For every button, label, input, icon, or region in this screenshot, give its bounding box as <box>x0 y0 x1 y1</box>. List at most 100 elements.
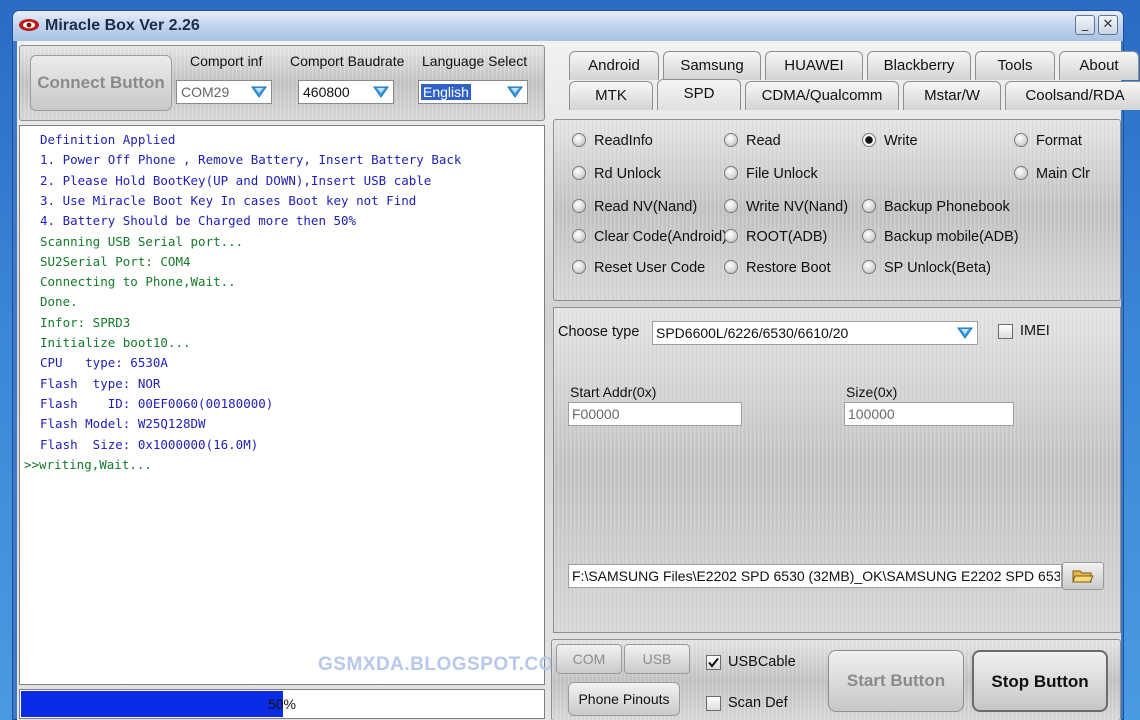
radio-indicator <box>862 133 876 147</box>
radio-indicator <box>862 260 876 274</box>
write-options-area: Choose type SPD6600L/6226/6530/6610/20 I… <box>553 307 1121 633</box>
radio-label: Rd Unlock <box>594 166 661 182</box>
radio-sp-unlock-beta[interactable]: SP Unlock(Beta) <box>862 260 991 276</box>
action-bar: COM Scan USB Scan USBCable Phone Pinouts… <box>551 639 1121 720</box>
radio-indicator <box>724 133 738 147</box>
radio-restore-boot[interactable]: Restore Boot <box>724 260 831 276</box>
log-line: Definition Applied <box>40 132 176 147</box>
tab-mtk[interactable]: MTK <box>569 81 653 110</box>
radio-indicator <box>572 133 586 147</box>
start-addr-input[interactable]: F00000 <box>568 402 742 426</box>
radio-label: Clear Code(Android) <box>594 229 727 245</box>
radio-label: Main Clr <box>1036 166 1090 182</box>
radio-indicator <box>572 166 586 180</box>
radio-indicator <box>862 229 876 243</box>
radio-label: SP Unlock(Beta) <box>884 260 991 276</box>
log-line: SU2Serial Port: COM4 <box>40 253 191 269</box>
scan-def-checkbox[interactable] <box>706 696 721 711</box>
radio-file-unlock[interactable]: File Unlock <box>724 166 818 182</box>
log-line: CPU type: 6530A <box>40 355 168 371</box>
language-value: English <box>421 84 471 100</box>
comport-value: COM29 <box>181 84 230 100</box>
progress-bar: 50% <box>19 689 545 719</box>
imei-checkbox[interactable] <box>998 324 1013 339</box>
operation-options: ReadInfo Read Write Format Rd Unlock File Unl… <box>553 119 1121 301</box>
tab-android[interactable]: Android <box>569 51 659 80</box>
radio-clear-code-android[interactable]: Clear Code(Android) <box>572 229 727 245</box>
connect-button[interactable]: Connect Button <box>30 55 172 111</box>
title-bar[interactable]: Miracle Box Ver 2.26 _ ✕ <box>13 11 1123 41</box>
comport-select[interactable]: COM29 <box>176 80 272 104</box>
log-line: Initialize boot10... <box>40 335 191 350</box>
tab-coolsand-rda[interactable]: Coolsand/RDA <box>1005 81 1140 110</box>
radio-write[interactable]: Write <box>862 133 918 149</box>
start-addr-label: Start Addr(0x) <box>570 384 657 400</box>
close-button[interactable]: ✕ <box>1098 15 1118 35</box>
radio-label: Write NV(Nand) <box>746 199 849 215</box>
radio-backup-mobile-adb[interactable]: Backup mobile(ADB) <box>862 229 1019 245</box>
size-value: 100000 <box>848 406 895 422</box>
comport-label: Comport inf <box>190 53 263 69</box>
tab-about[interactable]: About <box>1059 51 1139 80</box>
chip-type-select[interactable]: SPD6600L/6226/6530/6610/20 <box>652 321 978 345</box>
progress-label: 50% <box>267 696 297 712</box>
radio-write-nv-nand[interactable]: Write NV(Nand) <box>724 199 848 215</box>
radio-format[interactable]: Format <box>1014 133 1082 149</box>
start-button[interactable]: Start Button <box>828 650 964 712</box>
tab-blackberry[interactable]: Blackberry <box>867 51 971 80</box>
tab-samsung[interactable]: Samsung <box>663 51 761 80</box>
radio-root-adb[interactable]: ROOT(ADB) <box>724 229 827 245</box>
usb-cable-label: USBCable <box>728 654 796 670</box>
log-line: Flash ID: 00EF0060(00180000) <box>40 395 274 411</box>
choose-type-label: Choose type <box>558 324 640 340</box>
arrow-down-icon <box>371 83 391 101</box>
radio-rd-unlock[interactable]: Rd Unlock <box>572 166 661 182</box>
radio-label: ROOT(ADB) <box>746 229 828 245</box>
stop-button[interactable]: Stop Button <box>972 650 1108 712</box>
radio-backup-phonebook[interactable]: Backup Phonebook <box>862 199 1010 215</box>
watermark-text: GSMXDA.BLOGSPOT.COM <box>318 654 571 675</box>
radio-main-clr[interactable]: Main Clr <box>1014 166 1090 182</box>
tab-spd[interactable]: SPD <box>657 79 741 110</box>
radio-indicator <box>724 199 738 213</box>
tab-mstar-w[interactable]: Mstar/W <box>903 81 1001 110</box>
log-line: 3. Use Miracle Boot Key In cases Boot ke… <box>40 192 417 208</box>
file-path-input[interactable]: F:\SAMSUNG Files\E2202 SPD 6530 (32MB)_O… <box>568 564 1062 588</box>
tab-tools[interactable]: Tools <box>975 51 1055 80</box>
tab-huawei[interactable]: HUAWEI <box>765 51 863 80</box>
radio-indicator <box>724 166 738 180</box>
radio-read-nv-nand[interactable]: Read NV(Nand) <box>572 199 697 215</box>
size-input[interactable]: 100000 <box>844 402 1014 426</box>
language-select[interactable]: English <box>418 80 528 104</box>
language-label: Language Select <box>422 53 528 69</box>
radio-read[interactable]: Read <box>724 133 781 149</box>
radio-indicator <box>1014 166 1028 180</box>
com-scan-button[interactable]: COM Scan <box>556 644 622 695</box>
start-addr-value: F00000 <box>572 406 620 422</box>
radio-label: Reset User Code <box>594 260 706 276</box>
log-line: Scanning USB Serial port... <box>40 233 244 249</box>
usb-cable-checkbox[interactable] <box>706 655 721 670</box>
arrow-down-icon <box>505 83 525 101</box>
radio-reset-user-code[interactable]: Reset User Code <box>572 260 705 276</box>
arrow-down-icon <box>955 324 975 342</box>
phone-pinouts-button[interactable]: Phone Pinouts <box>568 682 680 716</box>
folder-open-icon <box>1072 570 1094 583</box>
radio-indicator <box>572 229 586 243</box>
log-line: 4. Battery Should be Charged more then 5… <box>40 213 357 229</box>
size-label: Size(0x) <box>846 384 898 400</box>
tab-cdma-qualcomm[interactable]: CDMA/Qualcomm <box>745 81 899 110</box>
log-output[interactable]: Definition Applied 1. Power Off Phone , R… <box>19 125 570 685</box>
baud-label: Comport Baudrate <box>290 53 405 69</box>
radio-readinfo[interactable]: ReadInfo <box>572 133 653 149</box>
usb-scan-button[interactable]: USB Scan <box>624 644 690 695</box>
imei-label: IMEI <box>1020 323 1050 339</box>
baud-value: 460800 <box>303 84 350 100</box>
browse-file-button[interactable] <box>1062 562 1104 590</box>
radio-label: Restore Boot <box>746 260 831 276</box>
baud-select[interactable]: 460800 <box>298 80 394 104</box>
log-line: Flash Model: W25Q128DW <box>40 416 206 432</box>
arrow-down-icon <box>249 83 269 101</box>
file-path-value: F:\SAMSUNG Files\E2202 SPD 6530 (32MB)_O… <box>572 568 1060 584</box>
minimize-button[interactable]: _ <box>1075 15 1095 35</box>
